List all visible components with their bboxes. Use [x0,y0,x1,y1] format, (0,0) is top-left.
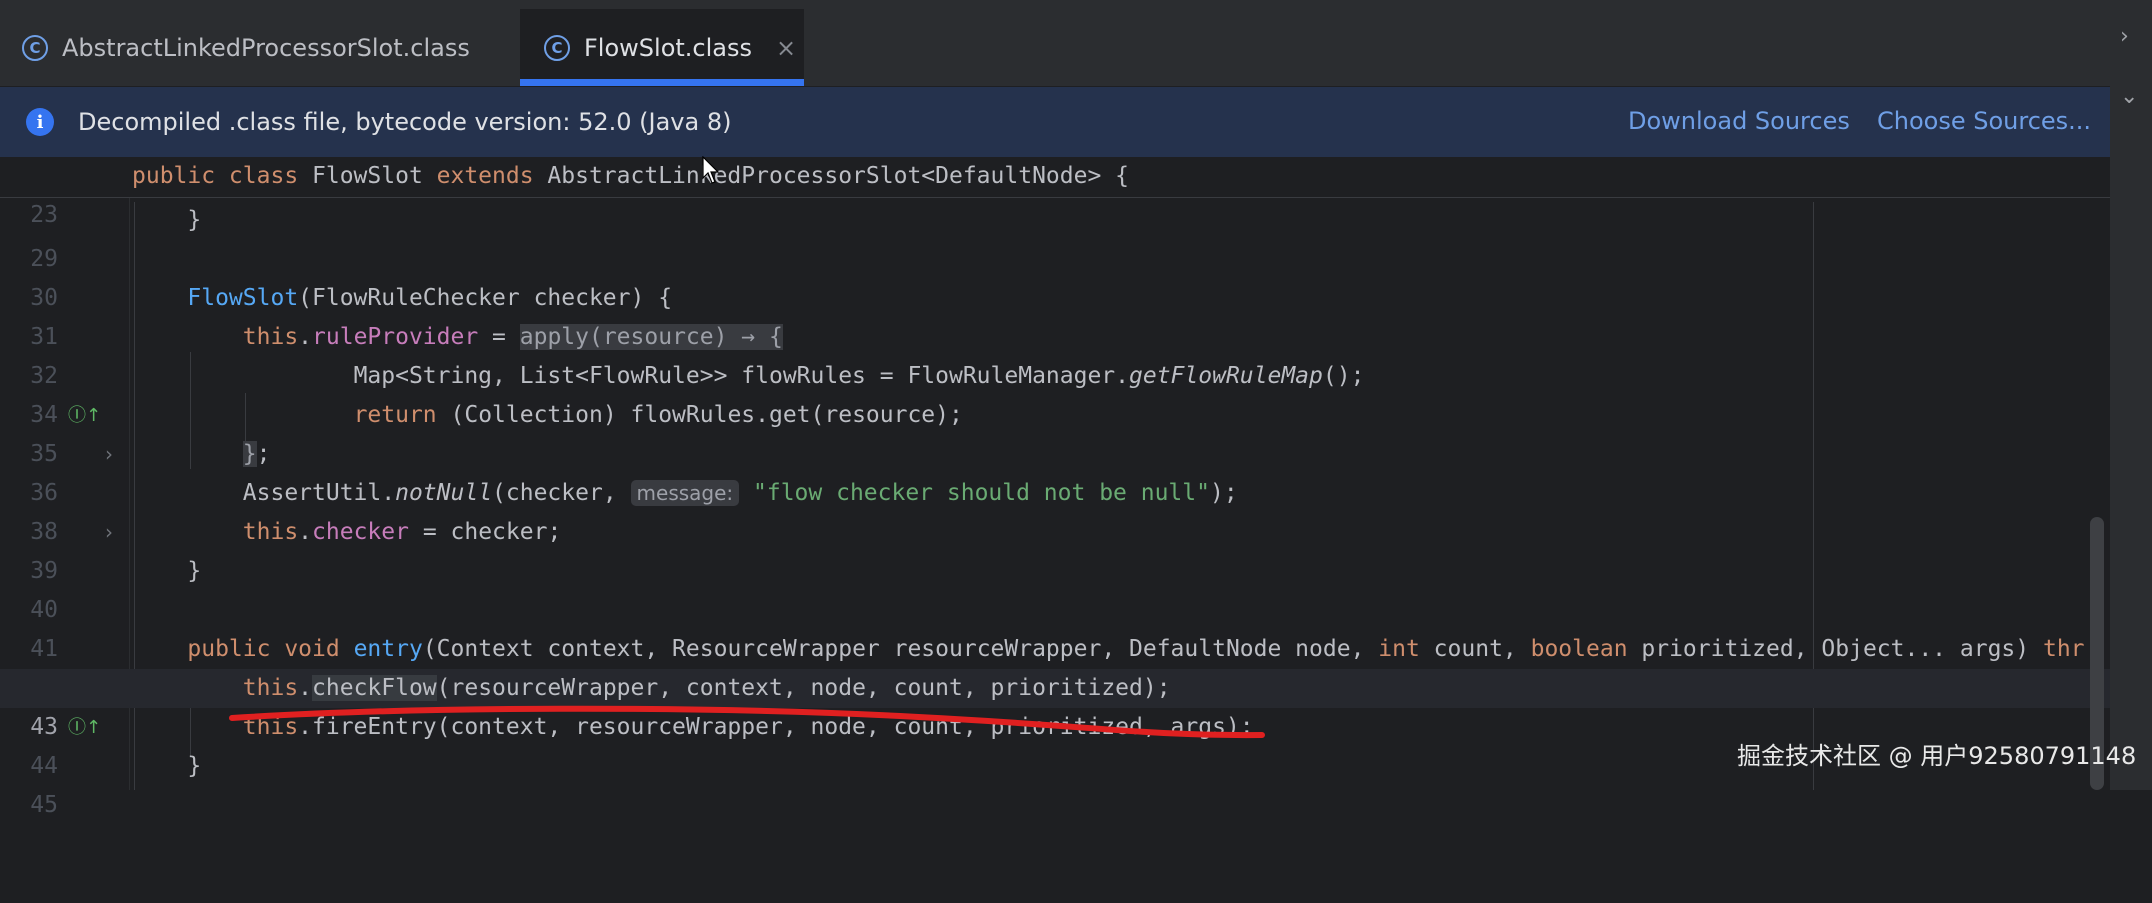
watermark-text: 掘金技术社区 @ 用户92580791148 [1737,742,2137,770]
mouse-pointer-icon [702,156,720,184]
red-annotation-underline [229,705,1265,739]
line-number: 45 [30,792,58,818]
